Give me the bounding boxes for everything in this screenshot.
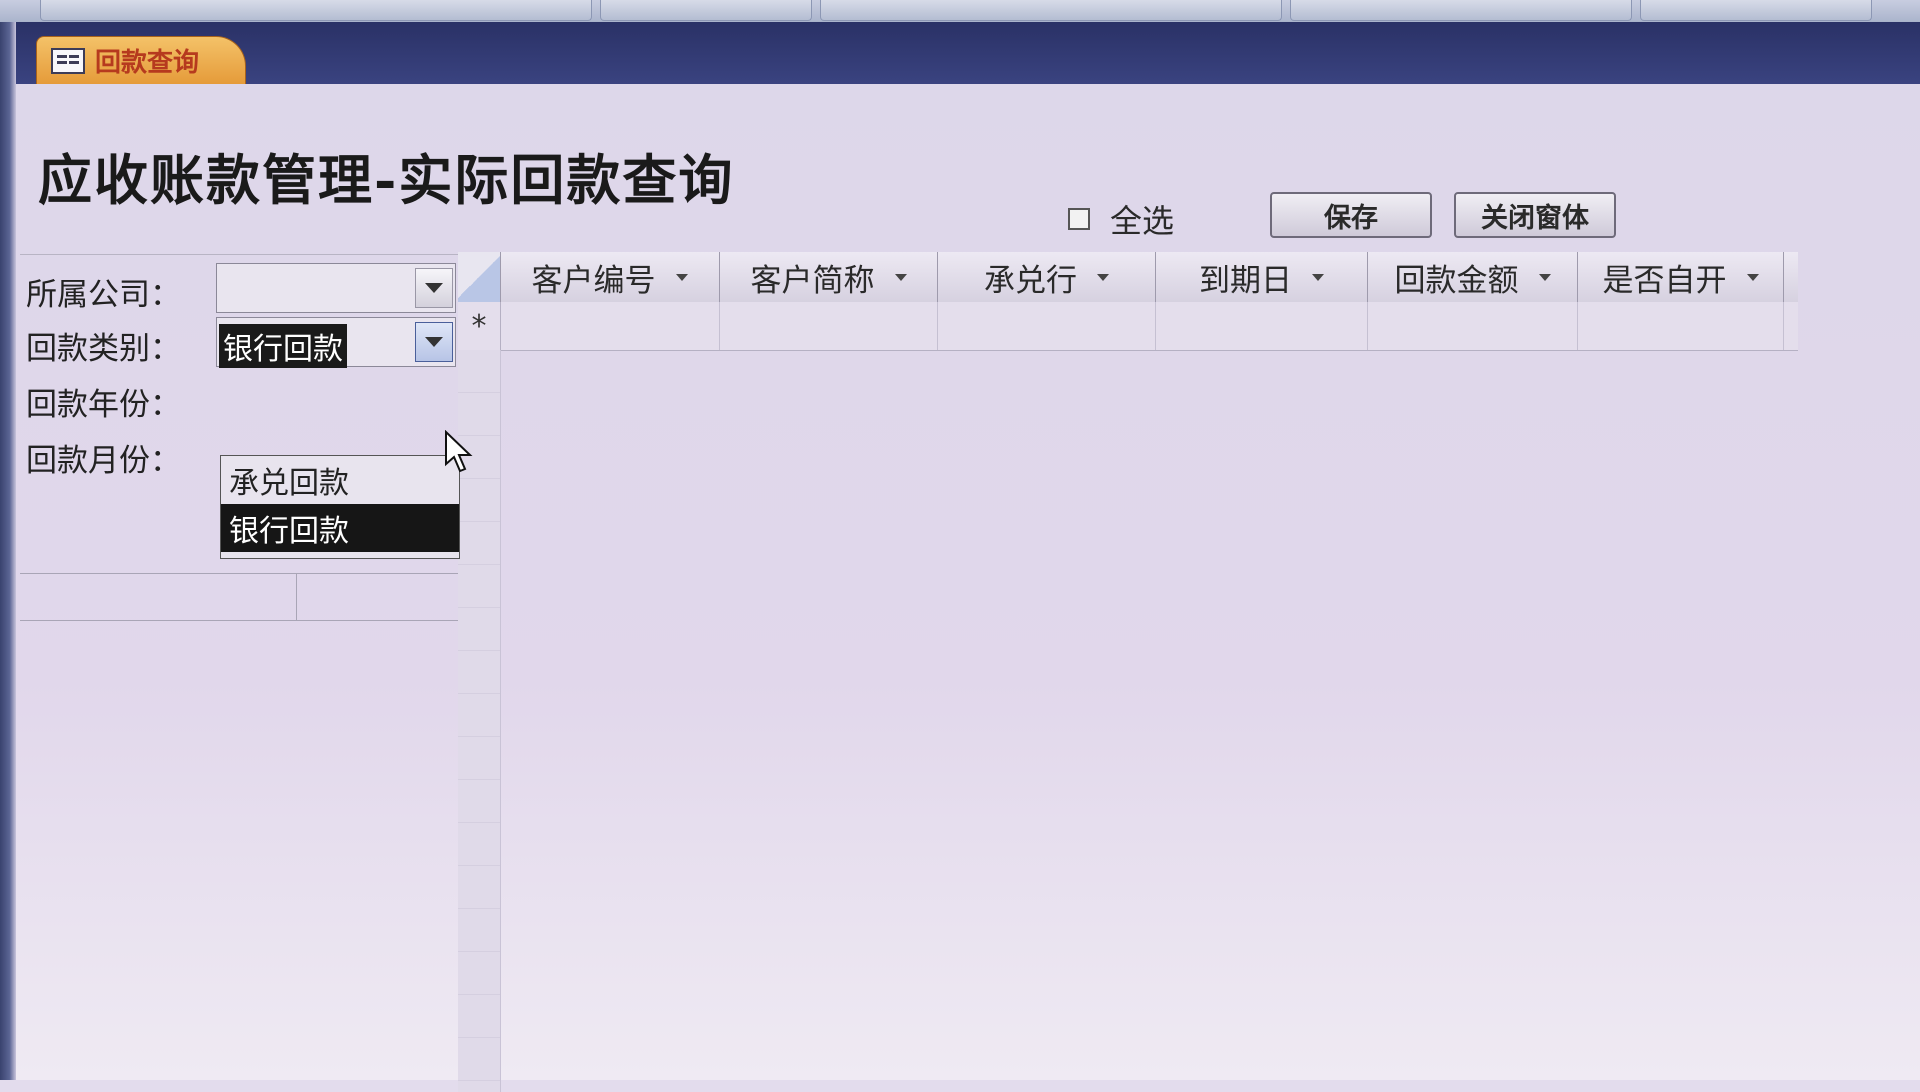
payment-type-value: 银行回款 bbox=[219, 324, 347, 368]
mouse-cursor-icon bbox=[445, 430, 473, 473]
payment-type-label: 回款类别： bbox=[26, 331, 181, 367]
select-all-label: 全选 bbox=[1110, 202, 1175, 240]
column-header-label: 承兑行 bbox=[984, 262, 1077, 299]
column-header-self-issued[interactable]: 是否自开 bbox=[1578, 252, 1784, 302]
column-header-label: 到期日 bbox=[1199, 262, 1292, 299]
ribbon-tab-3[interactable] bbox=[820, 0, 1282, 21]
column-header-customer-short-name[interactable]: 客户简称 bbox=[720, 252, 938, 302]
column-header-label: 是否自开 bbox=[1602, 262, 1727, 299]
sort-filter-arrow-icon[interactable] bbox=[1312, 273, 1324, 281]
cell-acceptance-bank[interactable] bbox=[938, 302, 1156, 350]
column-header-acceptance-bank[interactable]: 承兑行 bbox=[938, 252, 1156, 302]
select-all-records-corner[interactable] bbox=[458, 252, 501, 302]
left-subgrid-header bbox=[20, 573, 458, 621]
navigation-pane-edge bbox=[0, 22, 16, 1080]
column-header-label: 客户编号 bbox=[531, 262, 656, 299]
ribbon-strip bbox=[0, 0, 1920, 23]
dropdown-option[interactable]: 承兑回款 bbox=[221, 456, 459, 504]
company-label: 所属公司： bbox=[26, 277, 181, 313]
payment-month-label: 回款月份： bbox=[26, 443, 181, 479]
new-record-row[interactable]: * bbox=[458, 302, 1798, 351]
form-icon bbox=[51, 47, 85, 74]
chevron-down-icon[interactable] bbox=[415, 322, 453, 362]
close-form-button[interactable]: 关闭窗体 bbox=[1454, 192, 1616, 238]
column-header-payment-amount[interactable]: 回款金额 bbox=[1368, 252, 1578, 302]
ribbon-tab-1[interactable] bbox=[40, 0, 592, 21]
ribbon-tab-2[interactable] bbox=[600, 0, 812, 21]
ribbon-tab-5[interactable] bbox=[1640, 0, 1872, 21]
new-record-marker[interactable]: * bbox=[458, 302, 501, 350]
column-header-label: 客户简称 bbox=[750, 262, 875, 299]
filter-row-type: 回款类别： 银行回款 bbox=[20, 315, 458, 369]
cell-payment-amount[interactable] bbox=[1368, 302, 1578, 350]
select-all-checkbox[interactable] bbox=[1068, 208, 1090, 230]
tab-label: 回款查询 bbox=[95, 48, 200, 78]
page-title: 应收账款管理-实际回款查询 bbox=[38, 148, 735, 212]
tab-payment-query[interactable]: 回款查询 bbox=[36, 36, 246, 84]
payment-type-combobox[interactable]: 银行回款 bbox=[216, 317, 456, 368]
sort-filter-arrow-icon[interactable] bbox=[894, 273, 907, 281]
filter-panel: 所属公司： 回款类别： 银行回款 回款年份： 回款月份： 承兑回款 银行回款 bbox=[20, 254, 461, 1085]
sort-filter-arrow-icon[interactable] bbox=[1538, 273, 1551, 281]
datasheet-header: 客户编号 客户简称 承兑行 到期日 回款金额 是否自开 bbox=[458, 252, 1798, 303]
cell-self-issued[interactable] bbox=[1578, 302, 1784, 350]
form-surface: 应收账款管理-实际回款查询 全选 保存 关闭窗体 所属公司： 回款类别： 银行回… bbox=[16, 84, 1920, 1092]
payment-type-dropdown[interactable]: 承兑回款 银行回款 bbox=[220, 455, 460, 559]
document-tab-bar: 回款查询 bbox=[16, 22, 1920, 84]
company-combobox[interactable] bbox=[216, 263, 456, 313]
cell-customer-id[interactable] bbox=[500, 302, 720, 350]
filter-row-year: 回款年份： bbox=[20, 371, 458, 425]
sort-filter-arrow-icon[interactable] bbox=[1746, 273, 1759, 281]
cell-due-date[interactable] bbox=[1156, 302, 1368, 350]
filter-row-company: 所属公司： bbox=[20, 261, 458, 315]
column-header-customer-id[interactable]: 客户编号 bbox=[500, 252, 720, 302]
select-all-control[interactable]: 全选 bbox=[1068, 196, 1174, 242]
column-header-label: 回款金额 bbox=[1394, 262, 1519, 299]
results-datasheet: 客户编号 客户简称 承兑行 到期日 回款金额 是否自开 * bbox=[458, 252, 1798, 1092]
cell-customer-short-name[interactable] bbox=[720, 302, 938, 350]
sort-filter-arrow-icon[interactable] bbox=[675, 273, 688, 281]
chevron-down-icon[interactable] bbox=[415, 268, 453, 308]
payment-year-label: 回款年份： bbox=[26, 387, 181, 423]
ribbon-tab-4[interactable] bbox=[1290, 0, 1632, 21]
dropdown-option-highlighted[interactable]: 银行回款 bbox=[221, 504, 459, 552]
column-header-due-date[interactable]: 到期日 bbox=[1156, 252, 1368, 302]
column-divider bbox=[296, 574, 297, 620]
sort-filter-arrow-icon[interactable] bbox=[1097, 273, 1109, 281]
save-button[interactable]: 保存 bbox=[1270, 192, 1432, 238]
